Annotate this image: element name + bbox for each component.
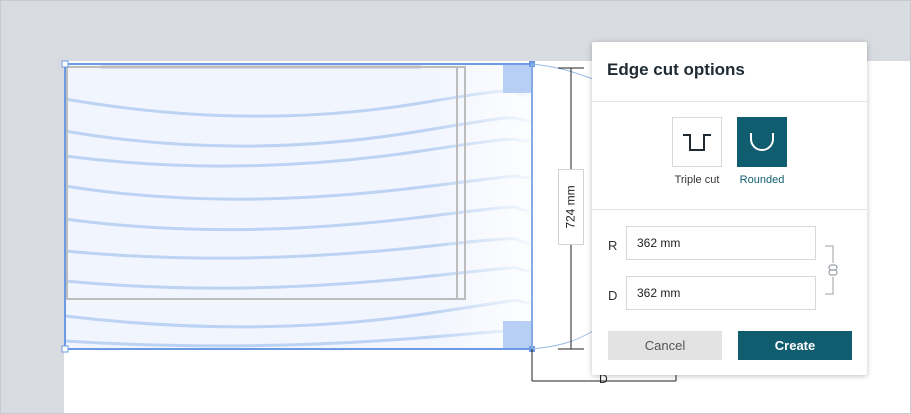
radius-letter: R	[608, 238, 618, 253]
depth-input[interactable]	[626, 276, 816, 310]
depth-letter: D	[608, 288, 618, 303]
triple-cut-label: Triple cut	[674, 174, 720, 186]
height-dimension-text: 724 mm	[564, 185, 579, 229]
triple-cut-icon	[683, 134, 711, 151]
divider	[592, 101, 867, 102]
rounded-option[interactable]	[737, 117, 787, 167]
radius-input[interactable]	[626, 226, 816, 260]
editor-frame: 724 mm D Edge cut options Triple cut Rou…	[0, 0, 911, 414]
edge-cut-options-panel: Edge cut options Triple cut Rounded R D …	[592, 42, 867, 375]
chain-link-icon[interactable]	[825, 245, 842, 295]
triple-cut-option[interactable]	[672, 117, 722, 167]
panel-title: Edge cut options	[607, 60, 745, 79]
create-button[interactable]: Create	[738, 331, 852, 360]
height-dimension-label: 724 mm	[558, 169, 584, 245]
cancel-button[interactable]: Cancel	[608, 331, 722, 360]
corner-block-bottom	[503, 321, 531, 349]
corner-block-top	[503, 65, 531, 93]
divider	[592, 209, 867, 210]
rounded-cut-icon	[750, 133, 774, 151]
rounded-label: Rounded	[739, 174, 785, 186]
